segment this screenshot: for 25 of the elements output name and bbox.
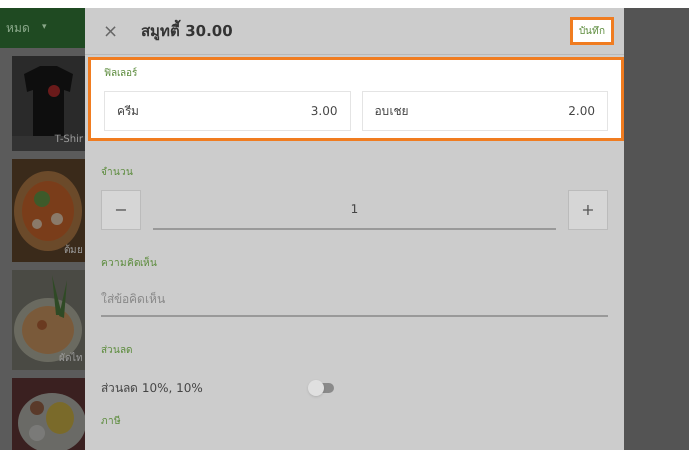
- product-caption: ผัดไท: [59, 351, 83, 366]
- section-label: ภาษี: [101, 414, 122, 429]
- option-name: ครีม: [117, 103, 139, 120]
- product-caption: T-Shir: [54, 133, 83, 147]
- section-label: ส่วนลด: [101, 344, 133, 358]
- save-button[interactable]: บันทึก: [570, 17, 614, 45]
- option-price: 3.00: [310, 103, 338, 120]
- option-name: อบเชย: [374, 103, 408, 120]
- decrement-button[interactable]: −: [101, 190, 141, 230]
- increment-button[interactable]: +: [568, 190, 608, 230]
- section-label: จำนวน: [101, 166, 134, 180]
- filler-option[interactable]: อบเชย 2.00: [362, 91, 608, 131]
- category-menu[interactable]: หมด: [6, 19, 30, 37]
- product-caption: ต้มย: [64, 244, 83, 258]
- close-icon[interactable]: ×: [103, 18, 123, 44]
- dialog-title: สมูทตี้ 30.00: [141, 20, 233, 42]
- section-label: ความคิดเห็น: [101, 256, 158, 271]
- comment-field[interactable]: ใส่ข้อคิดเห็น: [101, 283, 608, 317]
- caret-icon: ▾: [42, 21, 47, 35]
- quantity-field[interactable]: 1: [153, 190, 556, 230]
- option-price: 2.00: [568, 103, 595, 120]
- filler-option[interactable]: ครีม 3.00: [104, 91, 350, 131]
- discount-name: ส่วนลด 10%, 10%: [101, 380, 204, 397]
- discount-toggle[interactable]: [310, 383, 334, 393]
- section-label: ฟิลเลอร์: [104, 66, 138, 81]
